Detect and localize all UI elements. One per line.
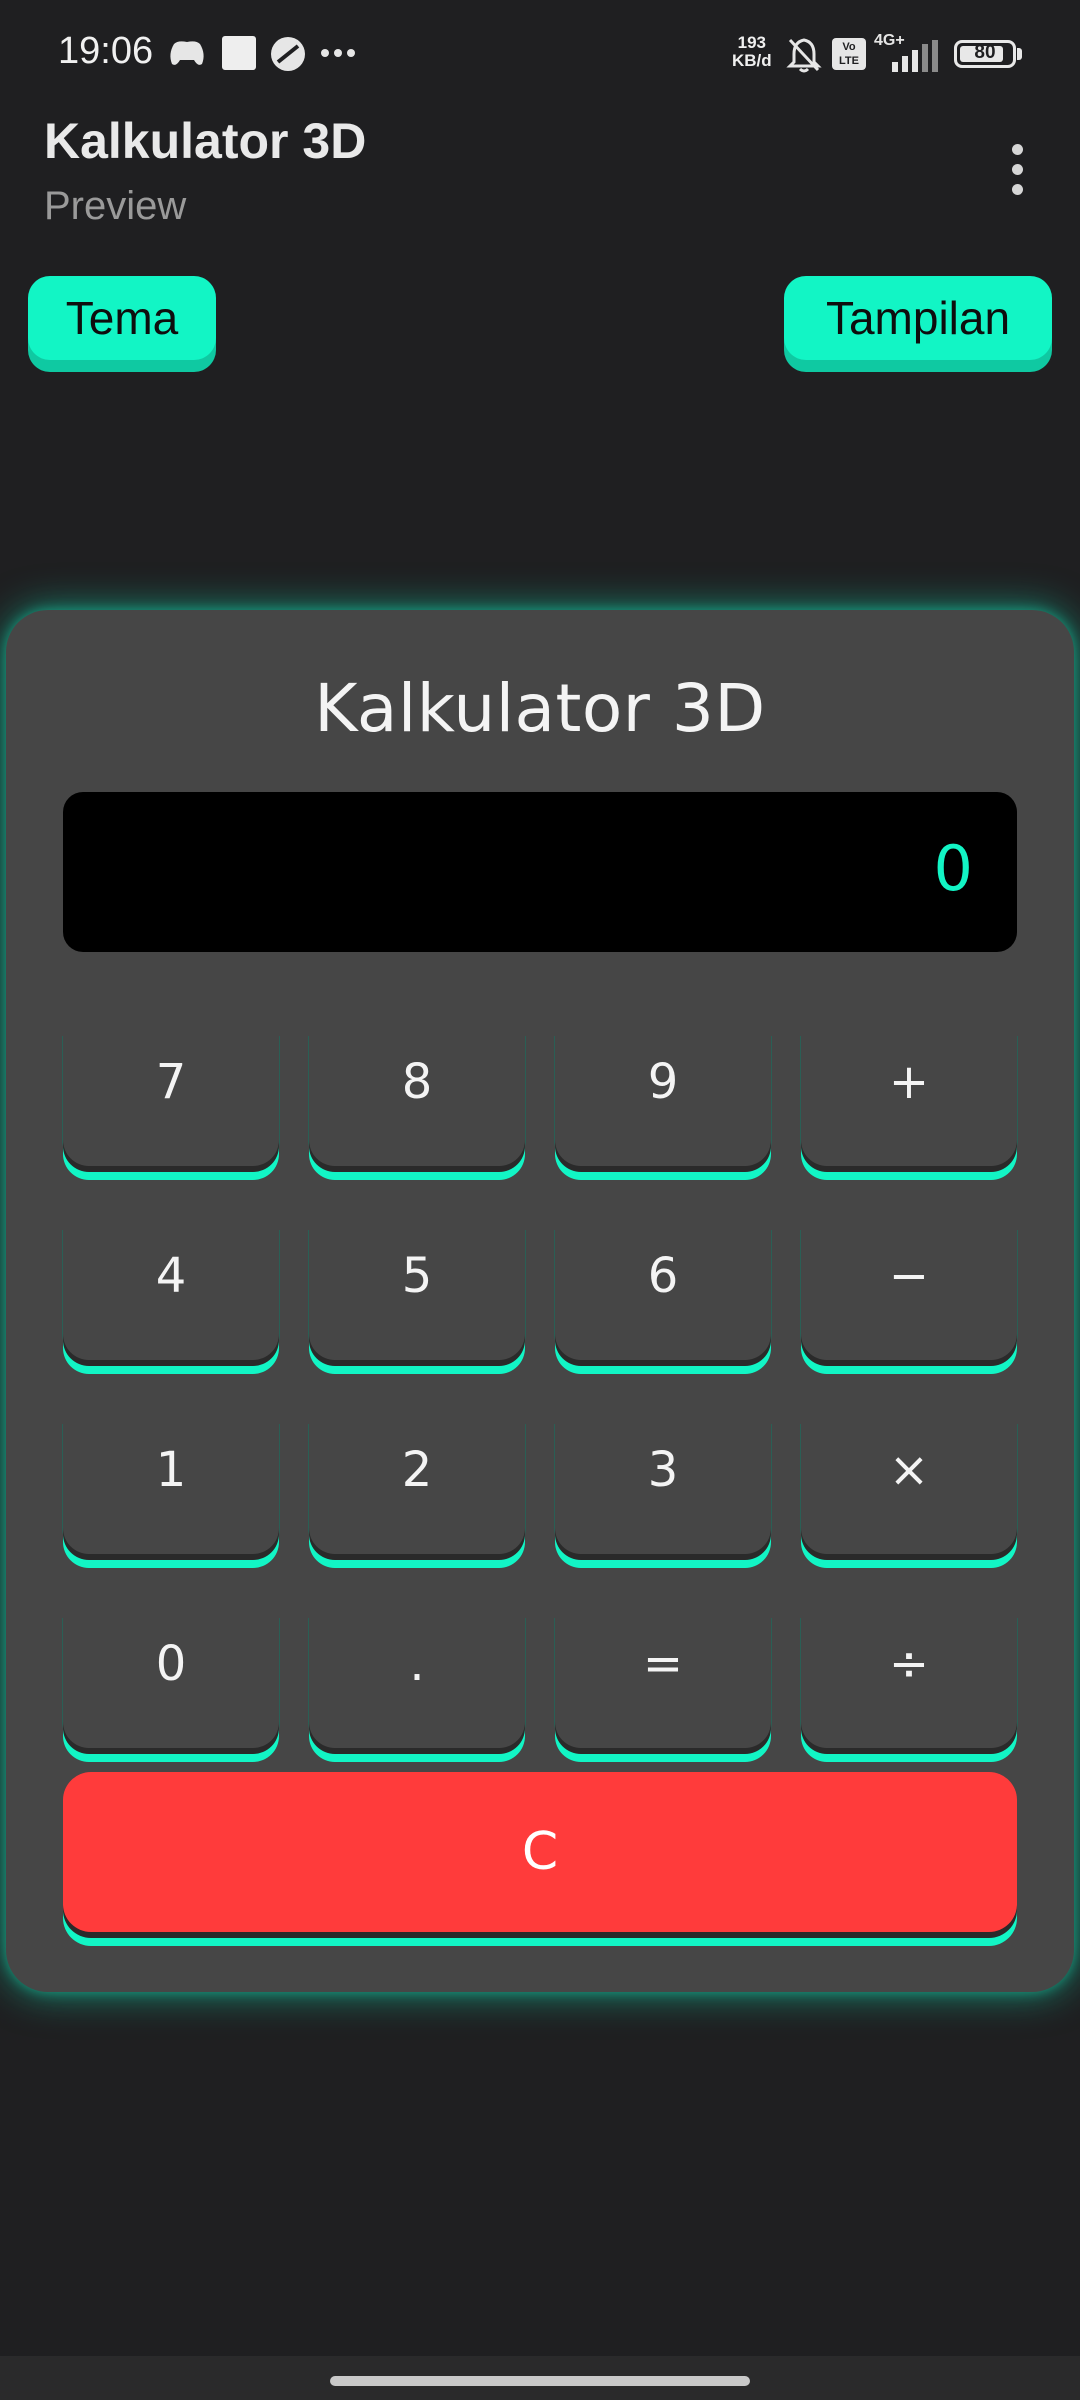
- network-speed-unit: KB/d: [732, 51, 772, 70]
- clear-button[interactable]: C: [63, 1772, 1017, 1932]
- overflow-menu-button[interactable]: [1000, 140, 1036, 200]
- key-equals[interactable]: =: [555, 1618, 771, 1748]
- key-0[interactable]: 0: [63, 1618, 279, 1748]
- display-button[interactable]: Tampilan: [784, 276, 1052, 360]
- key-2[interactable]: 2: [309, 1424, 525, 1554]
- no-disturb-circle-icon: [271, 37, 305, 71]
- key-decimal[interactable]: .: [309, 1618, 525, 1748]
- key-5[interactable]: 5: [309, 1230, 525, 1360]
- more-notifications-icon: [321, 49, 355, 57]
- game-controller-icon: [170, 41, 204, 65]
- key-9[interactable]: 9: [555, 1036, 771, 1166]
- network-speed: 193 KB/d: [732, 34, 772, 70]
- key-plus[interactable]: +: [801, 1036, 1017, 1166]
- notification-square-icon: [222, 36, 256, 70]
- key-4[interactable]: 4: [63, 1230, 279, 1360]
- volte-label: Vo LTE: [839, 41, 859, 67]
- more-vert-icon: [1012, 144, 1023, 155]
- key-7[interactable]: 7: [63, 1036, 279, 1166]
- app-title: Kalkulator 3D: [44, 113, 367, 169]
- status-time: 19:06: [58, 30, 154, 72]
- gesture-nav-bar: [0, 2356, 1080, 2400]
- battery-level: 80: [974, 42, 996, 63]
- key-1[interactable]: 1: [63, 1424, 279, 1554]
- calculator-title: Kalkulator 3D: [314, 670, 766, 747]
- display-value: 0: [933, 832, 973, 905]
- muted-bell-icon: [786, 38, 822, 73]
- calculator-display: 0: [63, 792, 1017, 952]
- calculator-card: Kalkulator 3D 0 7 8 9 + 4 5 6 − 1 2 3 × …: [6, 610, 1074, 1992]
- battery-icon: 80: [954, 40, 1016, 68]
- theme-button[interactable]: Tema: [28, 276, 216, 360]
- network-speed-value: 193: [737, 33, 767, 52]
- key-8[interactable]: 8: [309, 1036, 525, 1166]
- key-3[interactable]: 3: [555, 1424, 771, 1554]
- key-6[interactable]: 6: [555, 1230, 771, 1360]
- key-divide[interactable]: ÷: [801, 1618, 1017, 1748]
- volte-badge: Vo LTE: [832, 38, 866, 70]
- key-multiply[interactable]: ×: [801, 1424, 1017, 1554]
- app-subtitle: Preview: [44, 184, 187, 228]
- signal-strength-icon: [892, 40, 938, 72]
- home-gesture-handle[interactable]: [330, 2376, 750, 2386]
- status-bar: 19:06 193 KB/d Vo LTE 4G+ 80: [0, 0, 1080, 108]
- key-minus[interactable]: −: [801, 1230, 1017, 1360]
